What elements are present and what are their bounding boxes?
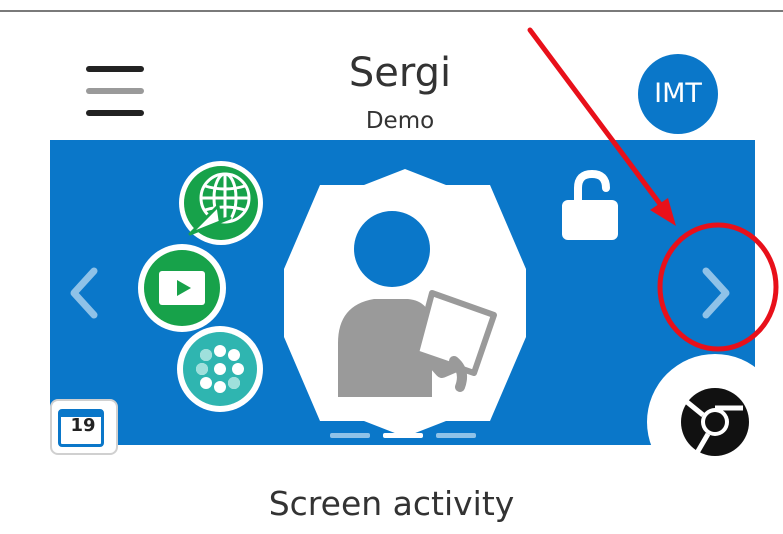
chevron-right-icon[interactable] — [696, 265, 736, 321]
video-play-icon[interactable] — [137, 243, 227, 333]
calendar-icon[interactable]: 19 — [50, 395, 118, 455]
hamburger-icon[interactable] — [86, 66, 144, 118]
person-tablet-icon[interactable] — [282, 165, 528, 441]
section-heading: Screen activity — [268, 484, 515, 523]
avatar[interactable]: IMT — [638, 54, 718, 134]
device-name: Sergi — [348, 50, 452, 96]
calendar-day: 19 — [70, 415, 96, 436]
unlocked-padlock-icon[interactable] — [552, 168, 622, 244]
globe-cursor-icon[interactable] — [178, 160, 264, 246]
chevron-left-icon[interactable] — [64, 265, 104, 321]
app-grid-icon[interactable] — [176, 325, 264, 413]
top-divider — [0, 10, 783, 12]
device-group: Demo — [365, 108, 435, 134]
pager-dot-1[interactable] — [330, 433, 370, 438]
pager-dot-3[interactable] — [436, 433, 476, 438]
pager-dot-2[interactable] — [383, 433, 423, 438]
chrome-icon[interactable] — [645, 352, 783, 492]
